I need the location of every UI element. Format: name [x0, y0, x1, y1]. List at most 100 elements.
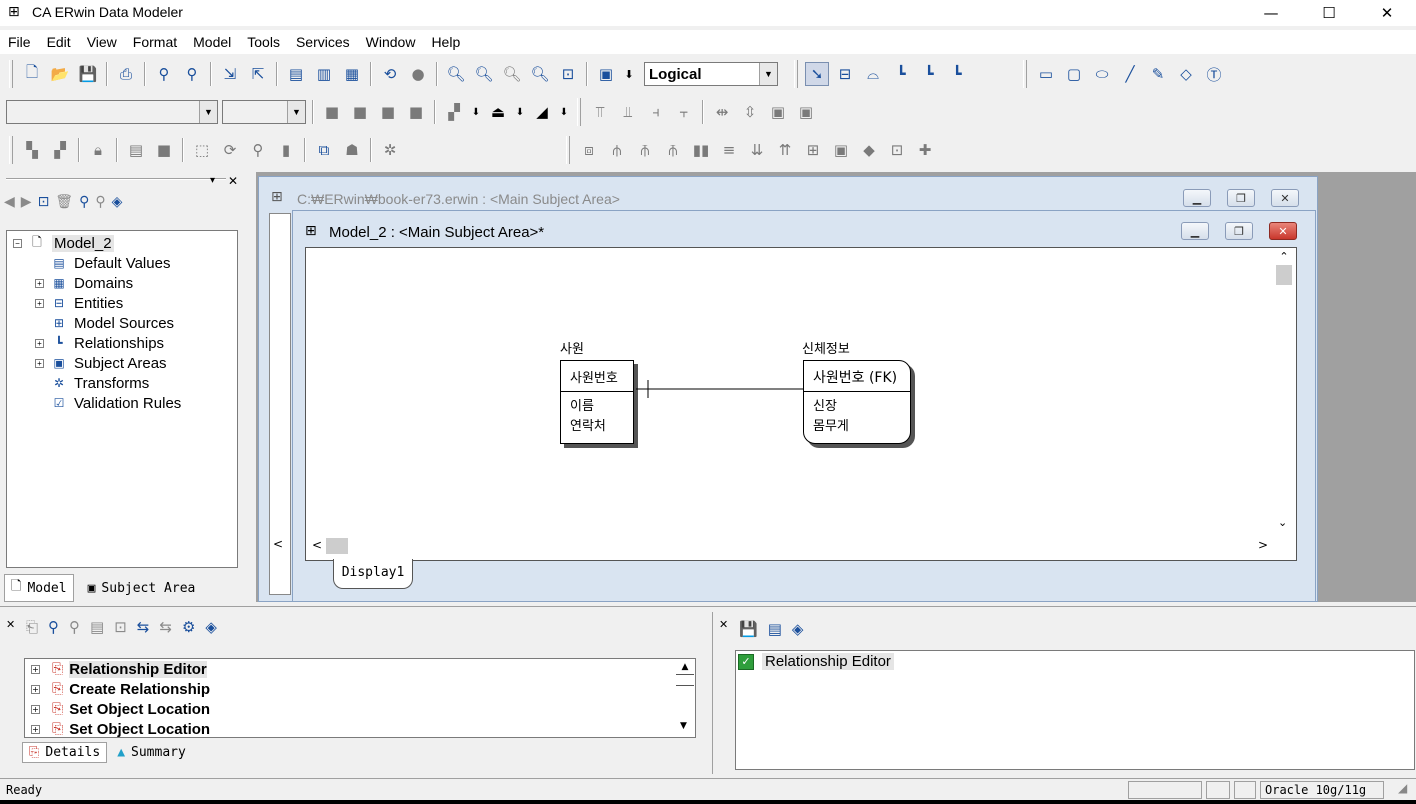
front-document-window[interactable]: ⊞ Model_2 : <Main Subject Area>* ▁ ❐ ✕ 사…: [292, 210, 1316, 602]
menu-help[interactable]: Help: [423, 34, 468, 50]
detail-close-icon[interactable]: ✕: [719, 618, 728, 631]
new-model-icon[interactable]: 🗋: [20, 62, 44, 86]
mart-icon[interactable]: ▤: [124, 138, 148, 162]
log-item[interactable]: + ⎘ Set Object Location: [31, 719, 695, 737]
print-icon[interactable]: ⎙: [114, 62, 138, 86]
transform-12-icon[interactable]: ⊡: [885, 138, 909, 162]
log-redo-icon[interactable]: ⇆: [159, 618, 172, 636]
mart-refresh-icon[interactable]: ⟳: [218, 138, 242, 162]
align-top-icon[interactable]: ⫪: [588, 100, 612, 124]
detail-copy-icon[interactable]: ▤: [768, 620, 782, 638]
action-log-close-icon[interactable]: ✕: [6, 618, 15, 631]
fill-color-dropdown-icon[interactable]: ⬇: [470, 100, 482, 124]
expand-icon[interactable]: +: [31, 684, 40, 694]
menu-services[interactable]: Services: [288, 34, 358, 50]
tab-summary[interactable]: ▲ Summary: [117, 742, 186, 763]
scroll-right-icon[interactable]: >: [1258, 538, 1268, 552]
expand-icon[interactable]: +: [35, 338, 44, 348]
tree-item[interactable]: + ⊟ Entities: [13, 293, 231, 313]
detail-item[interactable]: ✓ Relationship Editor: [736, 651, 1414, 672]
log-undo-icon[interactable]: ⇆: [137, 618, 150, 636]
expand-icon[interactable]: +: [35, 358, 44, 368]
line-color-icon[interactable]: ◢: [530, 100, 554, 124]
align-right-icon[interactable]: ⫟: [672, 100, 696, 124]
menu-format[interactable]: Format: [125, 34, 185, 50]
tree-item[interactable]: + ┗ Relationships: [13, 333, 231, 353]
detail-tag-icon[interactable]: ◈: [792, 620, 804, 638]
scroll-down-icon[interactable]: ⌄: [1278, 516, 1287, 529]
front-maximize-button[interactable]: ❐: [1225, 222, 1253, 240]
zoom-out-icon[interactable]: 🔍︎: [444, 62, 468, 86]
send-back-icon[interactable]: ▣: [794, 100, 818, 124]
mart-save-icon[interactable]: ■: [152, 138, 176, 162]
font-size-select[interactable]: ▼: [222, 100, 306, 124]
log-scroll-down-icon[interactable]: ▼: [680, 721, 687, 731]
explorer-find-next-icon[interactable]: ⚲: [95, 194, 105, 210]
back-scroll-left-icon[interactable]: <: [273, 537, 283, 551]
transform-4-icon[interactable]: ⫚: [661, 138, 685, 162]
tree-item[interactable]: +✲Transforms: [13, 373, 231, 393]
tree-item[interactable]: + ▦ Domains: [13, 273, 231, 293]
subtype-tool-icon[interactable]: ⌓: [861, 62, 885, 86]
report-icon[interactable]: ▤: [284, 62, 308, 86]
resize-grip-icon[interactable]: ◢: [1398, 781, 1407, 795]
entity-box[interactable]: 사원번호 (FK) 신장 몸무게: [803, 360, 911, 444]
expand-icon[interactable]: +: [31, 724, 40, 734]
align-left-icon[interactable]: ⫞: [644, 100, 668, 124]
log-tag-icon[interactable]: ◈: [205, 618, 217, 636]
layout-icon[interactable]: ▣: [594, 62, 618, 86]
redo-icon[interactable]: ▞: [48, 138, 72, 162]
checkbox-checked-icon[interactable]: ✓: [738, 653, 754, 670]
open-icon[interactable]: 📂: [48, 62, 72, 86]
log-settings-icon[interactable]: ⚙: [182, 618, 195, 636]
scroll-up-icon[interactable]: ⌃: [1274, 250, 1294, 263]
entity-box[interactable]: 사원번호 이름 연락처: [560, 360, 634, 444]
log-find-next-icon[interactable]: ⚲: [69, 618, 80, 636]
log-filter-icon[interactable]: ▤: [90, 618, 104, 636]
tree-item[interactable]: +▤Default Values: [13, 253, 231, 273]
strikeout-icon[interactable]: ■: [404, 100, 428, 124]
log-scroll-up-icon[interactable]: ▲: [675, 659, 695, 672]
pen-tool-icon[interactable]: ✎: [1146, 62, 1170, 86]
report-designer-icon[interactable]: ▦: [340, 62, 364, 86]
minimize-button[interactable]: —: [1248, 0, 1294, 26]
transform-1-icon[interactable]: ⧈: [577, 138, 601, 162]
export-icon[interactable]: ⇱: [246, 62, 270, 86]
transform-10-icon[interactable]: ▣: [829, 138, 853, 162]
scroll-left-icon[interactable]: <: [312, 538, 322, 552]
tree-item[interactable]: +⊞Model Sources: [13, 313, 231, 333]
log-vertical-scrollbar[interactable]: ▲ ▼: [675, 659, 695, 737]
identifying-rel-icon[interactable]: ┗: [889, 62, 913, 86]
import-icon[interactable]: ⇲: [218, 62, 242, 86]
expand-icon[interactable]: +: [31, 664, 40, 674]
vertical-scroll-thumb[interactable]: [1276, 265, 1292, 285]
italic-icon[interactable]: ■: [348, 100, 372, 124]
mart-report-icon[interactable]: ▮: [274, 138, 298, 162]
layout-dropdown-icon[interactable]: ⬇: [622, 62, 636, 86]
font-color-icon[interactable]: ⏏: [486, 100, 510, 124]
front-close-button[interactable]: ✕: [1269, 222, 1297, 240]
diagram-canvas[interactable]: 사원 사원번호 이름 연락처 신체정보 사원번호 (FK) 신장 몸무게 ⌃ ⌄: [305, 247, 1297, 561]
zoom-normal-icon[interactable]: 🔍︎: [500, 62, 524, 86]
many-to-many-rel-icon[interactable]: ┗: [917, 62, 941, 86]
tab-details[interactable]: ⎘ Details: [22, 742, 108, 763]
properties-icon[interactable]: ⊡: [38, 194, 50, 210]
zoom-in-icon[interactable]: 🔍︎: [472, 62, 496, 86]
forward-engineer-icon[interactable]: ●: [406, 62, 430, 86]
log-item[interactable]: + ⎘ Create Relationship: [31, 679, 695, 699]
save-icon[interactable]: 💾: [76, 62, 100, 86]
complete-compare-icon[interactable]: ⟲: [378, 62, 402, 86]
font-select[interactable]: ▼: [6, 100, 218, 124]
tree-item[interactable]: +☑Validation Rules: [13, 393, 231, 413]
transform-13-icon[interactable]: ✚: [913, 138, 937, 162]
space-horizontal-icon[interactable]: ⇹: [710, 100, 734, 124]
menu-file[interactable]: File: [0, 34, 39, 50]
rectangle-tool-icon[interactable]: ▭: [1034, 62, 1058, 86]
zoom-page-icon[interactable]: ⊡: [556, 62, 580, 86]
explorer-find-icon[interactable]: ⚲: [79, 194, 89, 210]
fill-color-icon[interactable]: ▞: [442, 100, 466, 124]
log-find-icon[interactable]: ⚲: [48, 618, 59, 636]
horizontal-scrollbar[interactable]: < >: [306, 536, 1274, 556]
delete-icon[interactable]: 🗑︎: [55, 194, 73, 210]
find-icon[interactable]: ⚲: [152, 62, 176, 86]
